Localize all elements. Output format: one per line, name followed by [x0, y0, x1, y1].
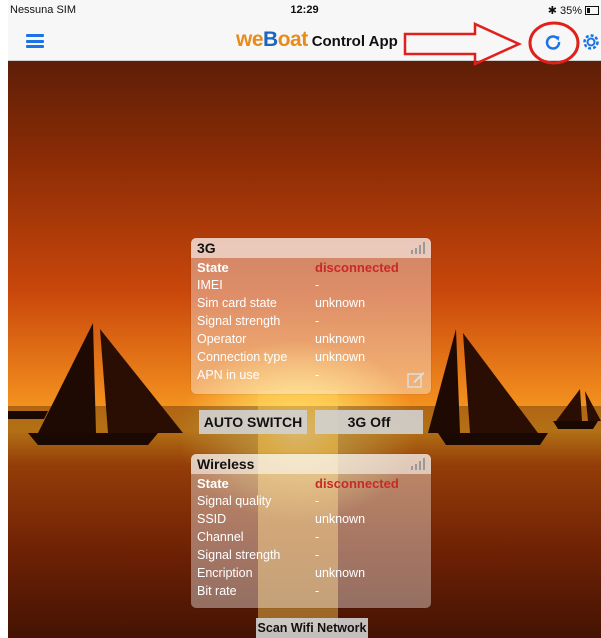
- row-3g-sim-state: Sim card state unknown: [197, 296, 366, 310]
- panel-3g-title: 3G: [197, 240, 216, 256]
- app-screen: Nessuna SIM 12:29 ✱ 35% weBoat Control A…: [8, 0, 601, 638]
- brand-logo: weBoat: [236, 28, 308, 51]
- row-wifi-encryption: Encription unknown: [197, 566, 366, 580]
- row-3g-connection-type: Connection type unknown: [197, 350, 366, 364]
- panel-wireless-title: Wireless: [197, 456, 255, 472]
- row-wifi-state: State disconnected: [197, 476, 399, 491]
- battery-indicator: ✱ 35%: [548, 4, 599, 17]
- toggle-3g-button[interactable]: 3G Off: [315, 410, 423, 434]
- status-bar: Nessuna SIM 12:29 ✱ 35%: [8, 0, 601, 22]
- app-title: weBoat Control App: [236, 28, 398, 52]
- row-3g-state: State disconnected: [197, 260, 399, 275]
- row-3g-signal-strength: Signal strength -: [197, 314, 320, 328]
- annotation-arrow: [403, 22, 523, 66]
- panel-wireless-header: Wireless: [191, 454, 431, 474]
- auto-switch-button[interactable]: AUTO SWITCH: [199, 410, 307, 434]
- clock: 12:29: [290, 4, 319, 16]
- signal-bars-icon: [411, 242, 425, 254]
- bluetooth-icon: ✱: [547, 5, 557, 17]
- row-3g-operator: Operator unknown: [197, 332, 366, 346]
- panel-3g: 3G State disconnected IMEI - Sim card stat…: [191, 238, 431, 394]
- row-wifi-bit-rate: Bit rate -: [197, 584, 320, 598]
- row-wifi-signal-strength: Signal strength -: [197, 548, 320, 562]
- row-wifi-channel: Channel -: [197, 530, 320, 544]
- row-3g-apn: APN in use -: [197, 368, 320, 382]
- battery-icon: [585, 6, 599, 15]
- edit-icon[interactable]: [407, 370, 425, 388]
- scan-wifi-button[interactable]: Scan Wifi Network: [256, 618, 368, 638]
- title-text: Control App: [311, 33, 398, 50]
- battery-percent: 35%: [559, 4, 582, 17]
- hamburger-menu-icon[interactable]: [26, 34, 44, 48]
- row-3g-imei: IMEI -: [197, 278, 320, 292]
- panel-3g-header: 3G: [191, 238, 431, 258]
- annotation-circle: [528, 21, 580, 65]
- row-wifi-signal-quality: Signal quality -: [197, 494, 320, 508]
- gear-icon[interactable]: [581, 32, 601, 52]
- row-wifi-ssid: SSID unknown: [197, 512, 366, 526]
- panel-wireless: Wireless State disconnected Signal qualit…: [191, 454, 431, 608]
- signal-bars-icon: [411, 458, 425, 470]
